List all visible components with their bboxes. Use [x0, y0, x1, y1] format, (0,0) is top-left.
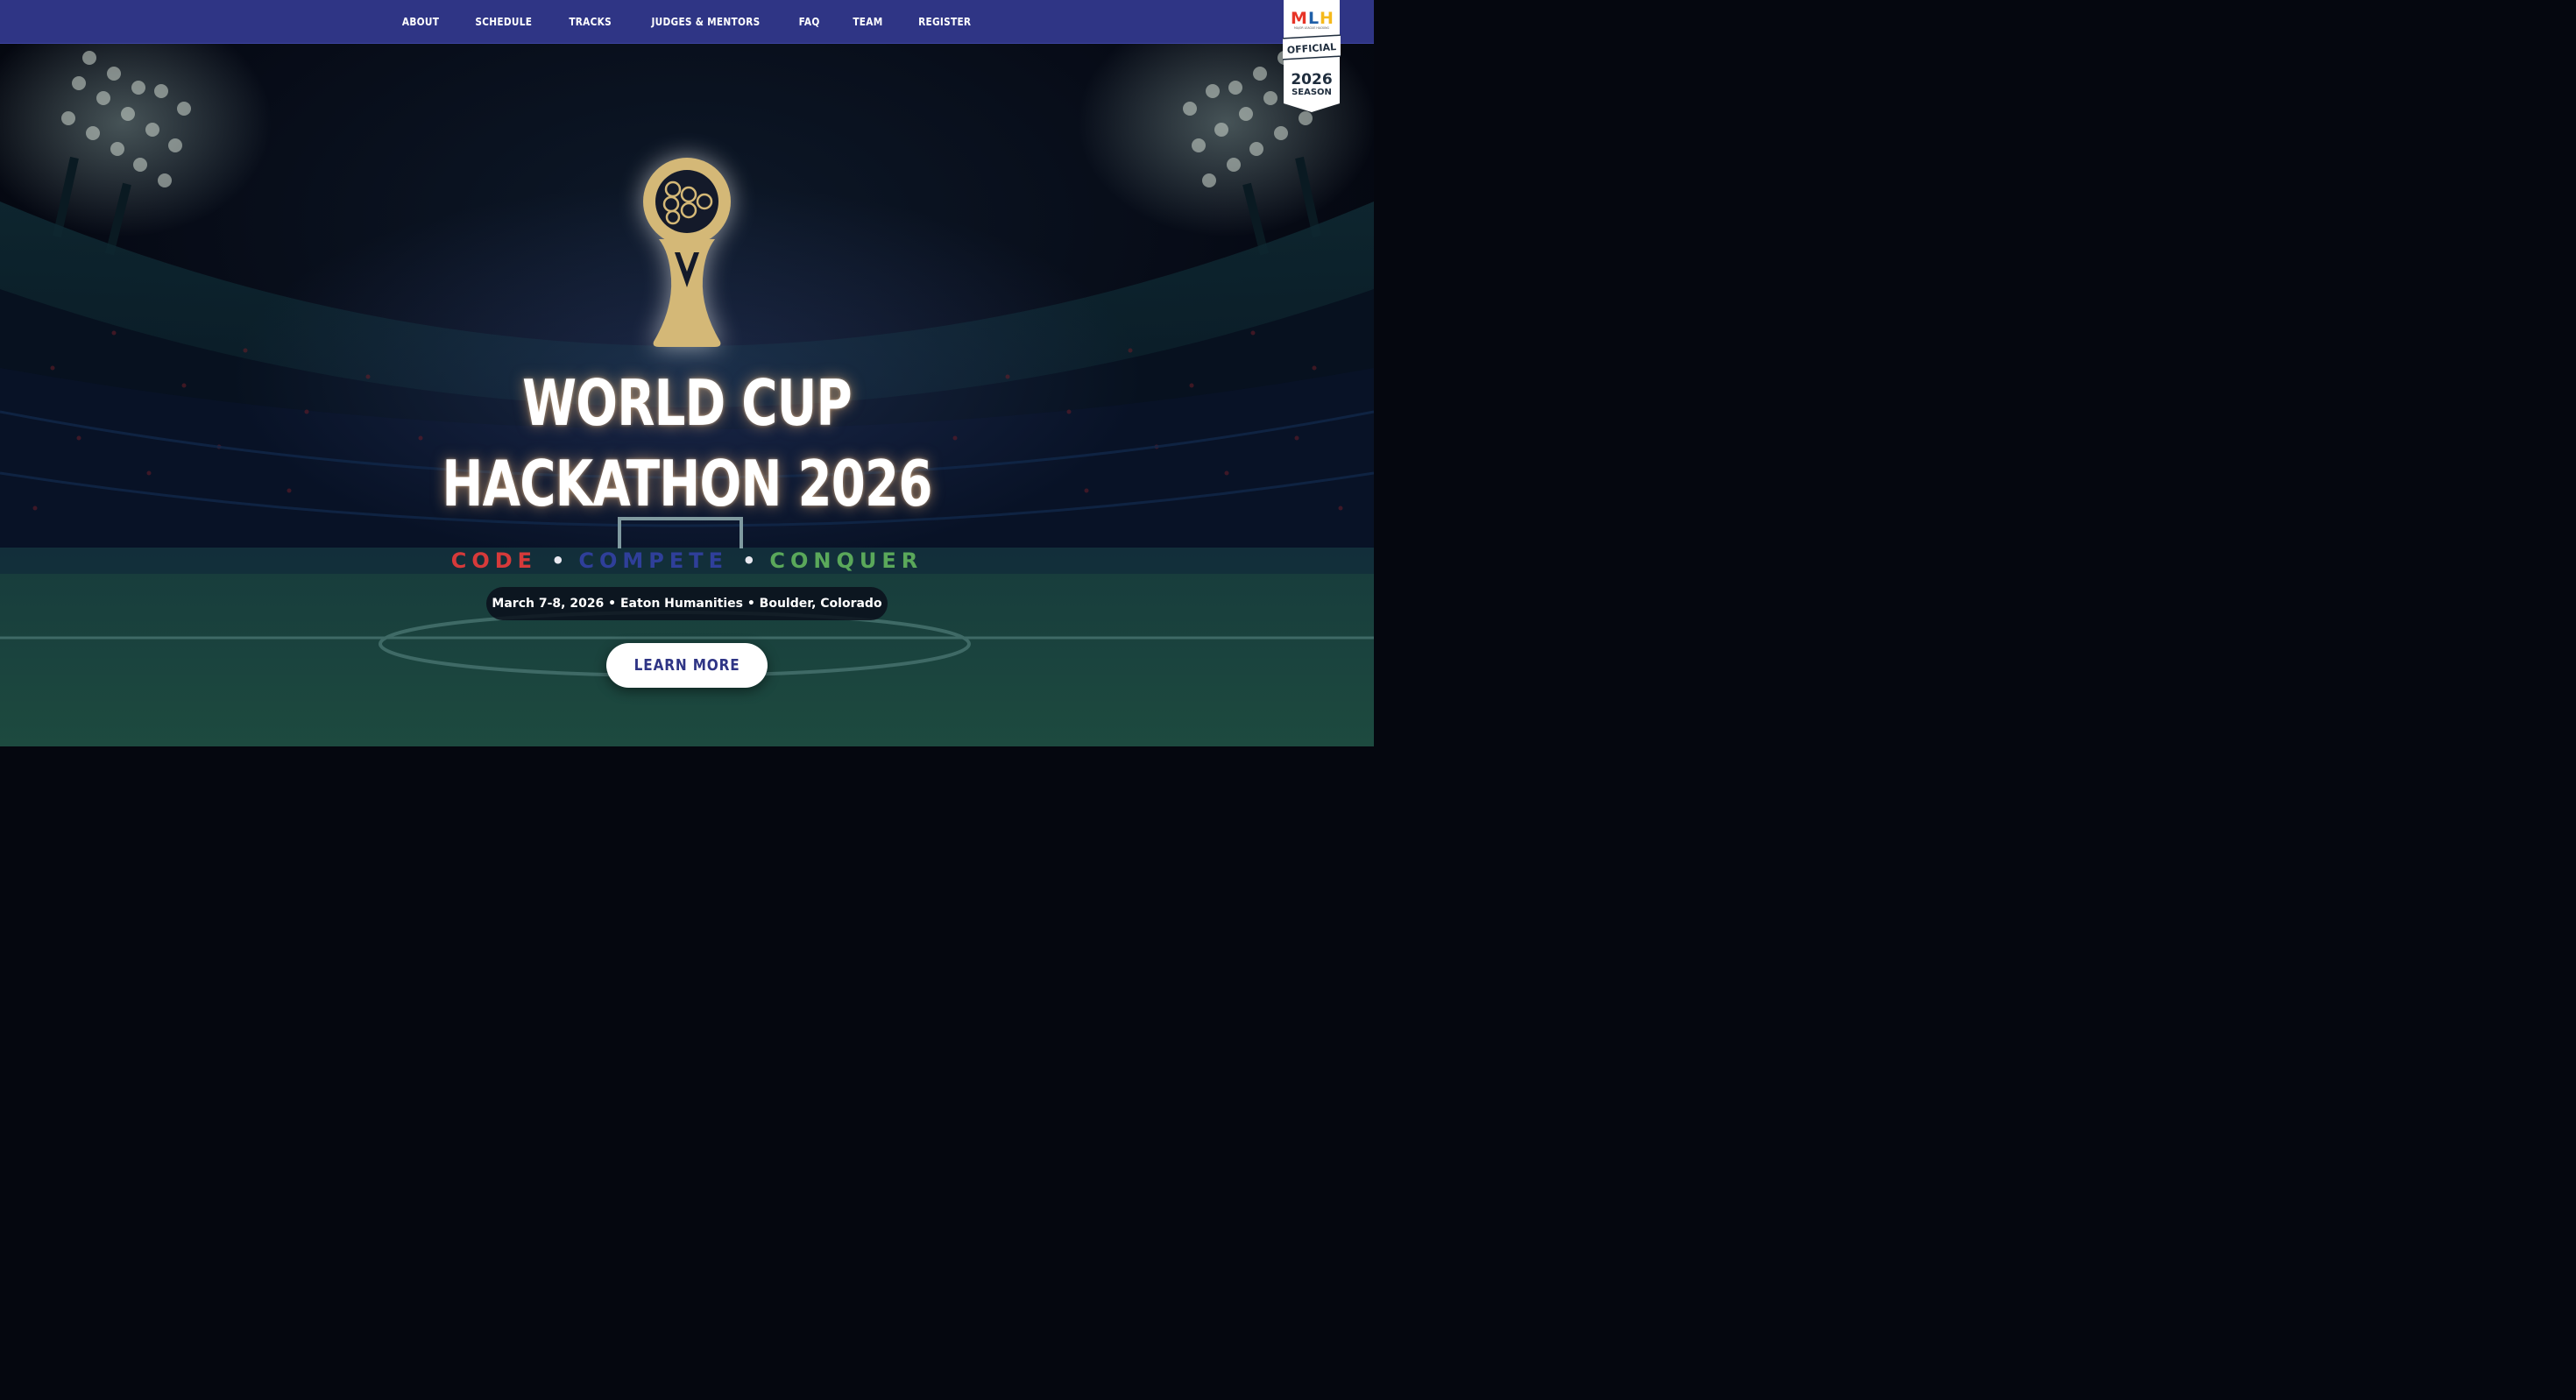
tagline-separator: •: [551, 548, 565, 573]
trophy-icon: [643, 158, 731, 347]
mlh-logo-l: L: [1308, 9, 1319, 28]
nav-link-register[interactable]: REGISTER: [918, 16, 971, 28]
event-info-pill: March 7-8, 2026 • Eaton Humanities • Bou…: [486, 587, 888, 620]
tagline-code: CODE: [450, 548, 538, 573]
nav-link-judges-mentors[interactable]: JUDGES & MENTORS: [651, 16, 760, 28]
nav-link-tracks[interactable]: TRACKS: [569, 16, 612, 28]
mlh-logo-h: H: [1320, 9, 1334, 28]
hero-title-line-2: HACKATHON 2026: [442, 447, 932, 520]
nav-link-about[interactable]: ABOUT: [402, 16, 439, 28]
nav-link-schedule[interactable]: SCHEDULE: [475, 16, 532, 28]
mlh-badge-subtitle: MAJOR LEAGUE HACKING: [1294, 26, 1330, 30]
learn-more-button[interactable]: LEARN MORE: [606, 643, 768, 688]
tagline-separator: •: [742, 548, 756, 573]
mlh-badge-season: SEASON: [1292, 88, 1332, 97]
nav-links: ABOUT SCHEDULE TRACKS JUDGES & MENTORS F…: [400, 16, 974, 28]
mlh-season-badge[interactable]: M L H MAJOR LEAGUE HACKING OFFICIAL 2026…: [1283, 0, 1341, 112]
nav-link-team[interactable]: TEAM: [853, 16, 882, 28]
tagline-compete: COMPETE: [578, 548, 729, 573]
mlh-logo-m: M: [1291, 9, 1307, 28]
learn-more-label: LEARN MORE: [633, 656, 740, 675]
page: ABOUT SCHEDULE TRACKS JUDGES & MENTORS F…: [0, 0, 1374, 746]
top-navbar: ABOUT SCHEDULE TRACKS JUDGES & MENTORS F…: [0, 0, 1374, 44]
tagline-conquer: CONQUER: [769, 548, 924, 573]
hero-tagline: CODE • COMPETE • CONQUER: [0, 548, 1374, 573]
nav-link-faq[interactable]: FAQ: [798, 16, 819, 28]
mlh-badge-year: 2026: [1291, 71, 1332, 88]
hero-title-line-1: WORLD CUP: [522, 366, 853, 440]
